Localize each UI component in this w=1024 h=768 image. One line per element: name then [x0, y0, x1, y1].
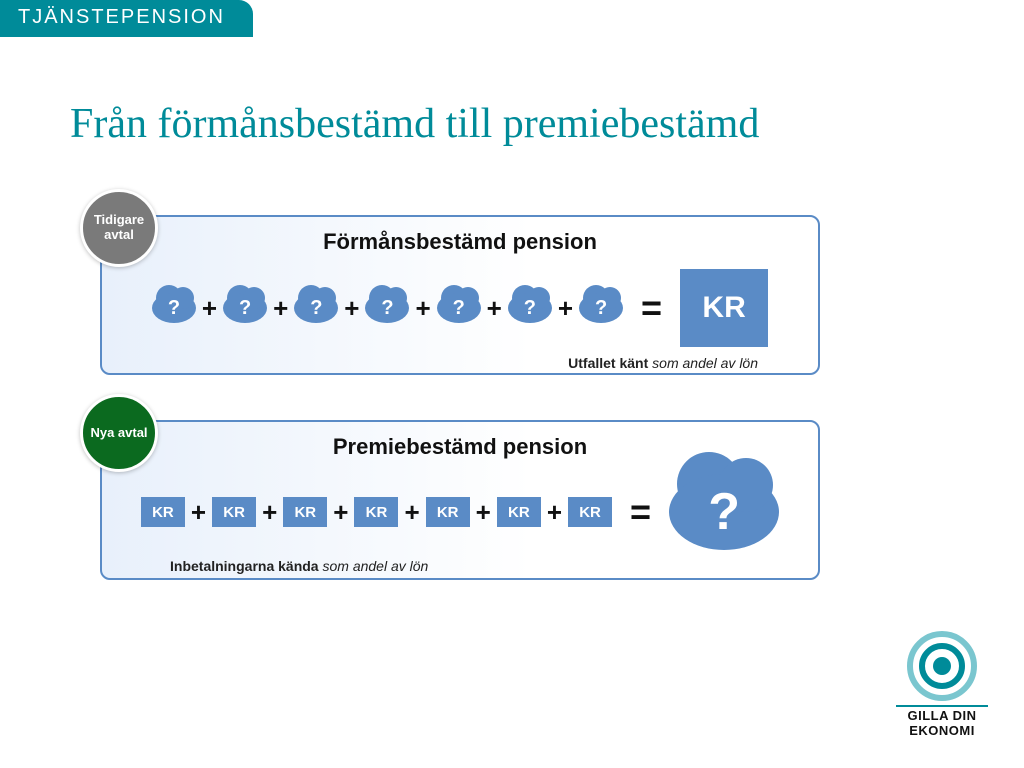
question-cloud-icon: ? [223, 293, 267, 323]
badge-tidigare-avtal: Tidigare avtal [80, 189, 158, 267]
equals-icon: = [641, 287, 662, 329]
plus-icon: + [415, 293, 430, 324]
badge-nya-avtal: Nya avtal [80, 394, 158, 472]
plus-icon: + [333, 497, 348, 528]
panel-forman: Tidigare avtal Förmånsbestämd pension ? … [100, 215, 820, 375]
logo-line2: EKONOMI [896, 724, 988, 738]
panel-premie: Nya avtal Premiebestämd pension KR + KR … [100, 420, 820, 580]
plus-icon: + [487, 293, 502, 324]
plus-icon: + [404, 497, 419, 528]
kr-box-icon: KR [568, 497, 612, 527]
question-cloud-icon: ? [294, 293, 338, 323]
badge-label: Tidigare avtal [83, 213, 155, 243]
kr-box-icon: KR [141, 497, 185, 527]
kr-box-icon: KR [497, 497, 541, 527]
kr-box-icon: KR [283, 497, 327, 527]
badge-label: Nya avtal [90, 426, 147, 441]
plus-icon: + [558, 293, 573, 324]
kr-box-icon: KR [212, 497, 256, 527]
question-cloud-icon: ? [579, 293, 623, 323]
tab-underline [0, 34, 240, 36]
logo-text: GILLA DIN EKONOMI [896, 705, 988, 738]
plus-icon: + [202, 293, 217, 324]
caption-bold: Utfallet känt [568, 355, 648, 371]
equals-icon: = [630, 491, 651, 533]
plus-icon: + [273, 293, 288, 324]
plus-icon: + [476, 497, 491, 528]
kr-box-icon: KR [426, 497, 470, 527]
plus-icon: + [262, 497, 277, 528]
plus-icon: + [547, 497, 562, 528]
target-icon [907, 631, 977, 701]
panel-caption: Inbetalningarna kända som andel av lön [102, 558, 818, 574]
category-tab-label: TJÄNSTEPENSION [18, 6, 225, 28]
question-cloud-icon: ? [152, 293, 196, 323]
caption-rest: som andel av lön [648, 355, 758, 371]
equation-forman: ? + ? + ? + ? + ? + ? + ? = KR [102, 269, 818, 347]
category-tab: TJÄNSTEPENSION [0, 0, 253, 37]
result-kr-box: KR [680, 269, 768, 347]
plus-icon: + [191, 497, 206, 528]
plus-icon: + [344, 293, 359, 324]
kr-box-icon: KR [354, 497, 398, 527]
page-title: Från förmånsbestämd till premiebestämd [70, 100, 759, 148]
equation-premie: KR + KR + KR + KR + KR + KR + KR = ? [102, 474, 818, 550]
question-cloud-icon: ? [508, 293, 552, 323]
caption-rest: som andel av lön [319, 558, 429, 574]
logo-line1: GILLA DIN [896, 709, 988, 723]
question-cloud-icon: ? [365, 293, 409, 323]
question-cloud-icon: ? [437, 293, 481, 323]
panel-heading: Förmånsbestämd pension [102, 229, 818, 255]
result-question-cloud: ? [669, 474, 779, 550]
panel-caption: Utfallet känt som andel av lön [102, 355, 818, 371]
caption-bold: Inbetalningarna kända [170, 558, 319, 574]
brand-logo: GILLA DIN EKONOMI [896, 631, 988, 738]
